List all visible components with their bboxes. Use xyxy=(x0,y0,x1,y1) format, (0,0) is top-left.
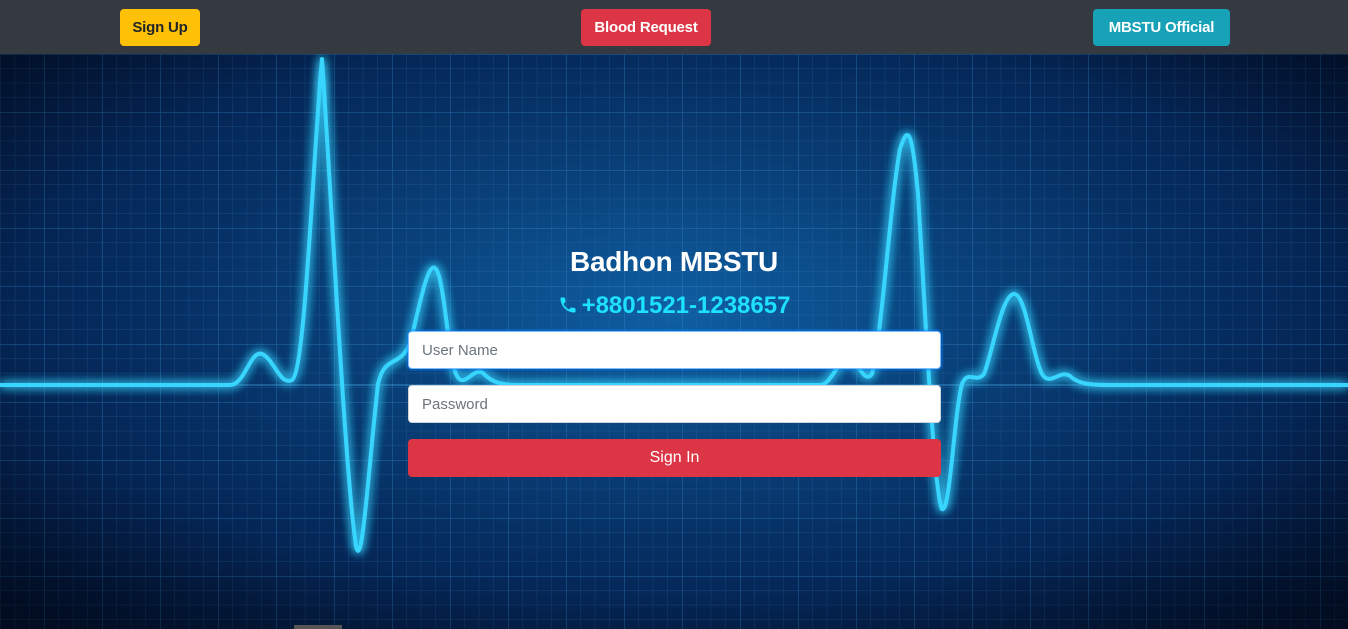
top-navbar: Sign Up Blood Request MBSTU Official xyxy=(0,0,1348,54)
phone-number-text: +8801521-1238657 xyxy=(581,292,791,319)
password-input[interactable] xyxy=(408,385,941,423)
blood-request-button[interactable]: Blood Request xyxy=(581,9,711,46)
username-input[interactable] xyxy=(408,331,941,369)
hero-section: Badhon MBSTU +8801521-1238657 Sign In xyxy=(0,54,1348,629)
sign-in-button[interactable]: Sign In xyxy=(408,439,941,477)
page-title: Badhon MBSTU xyxy=(570,246,778,277)
phone-icon xyxy=(558,294,578,322)
mbstu-official-button[interactable]: MBSTU Official xyxy=(1093,9,1230,46)
sign-up-button[interactable]: Sign Up xyxy=(120,9,200,46)
phone-number: +8801521-1238657 xyxy=(0,292,1348,322)
horizontal-scrollbar-thumb[interactable] xyxy=(294,625,342,629)
